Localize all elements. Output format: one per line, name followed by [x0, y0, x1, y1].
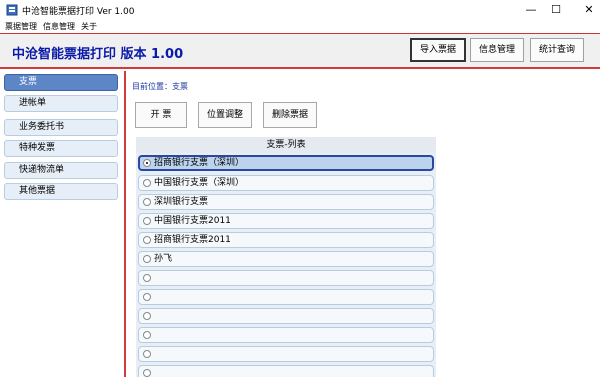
radio-icon[interactable] [143, 350, 151, 358]
radio-icon[interactable] [143, 293, 151, 301]
sidebar: 支票 进帐单 业务委托书 特种发票 快递物流单 其他票据 [0, 71, 124, 377]
radio-icon[interactable] [143, 331, 151, 339]
app-icon [6, 4, 18, 16]
list-item[interactable]: 中国银行支票（深圳） [138, 175, 434, 191]
list-item[interactable] [138, 289, 434, 305]
radio-icon[interactable] [143, 236, 151, 244]
list-item-label: 招商银行支票（深圳） [154, 158, 245, 168]
radio-icon[interactable] [143, 312, 151, 320]
info-management-button[interactable]: 信息管理 [470, 38, 524, 62]
radio-icon[interactable] [143, 217, 151, 225]
radio-icon[interactable] [143, 198, 151, 206]
list-item[interactable] [138, 327, 434, 343]
list-item-label: 孙飞 [154, 254, 173, 264]
cheque-list-title: 支票-列表 [136, 137, 436, 153]
title-bar: 中沧智能票据打印 Ver 1.00 — ☐ ✕ [0, 0, 600, 20]
sidebar-item-cheque[interactable]: 支票 [4, 74, 118, 91]
sidebar-item-other-tickets[interactable]: 其他票据 [4, 183, 118, 200]
menu-about[interactable]: 关于 [81, 20, 97, 33]
list-item[interactable]: 中国银行支票2011 [138, 213, 434, 229]
sidebar-item-deposit-slip[interactable]: 进帐单 [4, 95, 118, 112]
list-item[interactable] [138, 308, 434, 324]
import-tickets-button[interactable]: 导入票据 [410, 38, 466, 62]
list-item[interactable] [138, 270, 434, 286]
radio-selected-icon[interactable] [143, 159, 151, 167]
list-item-label: 中国银行支票2011 [154, 216, 231, 226]
list-item[interactable]: 招商银行支票（深圳） [138, 155, 434, 171]
list-item[interactable] [138, 346, 434, 362]
list-item-label: 招商银行支票2011 [154, 235, 231, 245]
menu-ticket-management[interactable]: 票据管理 [5, 20, 37, 33]
radio-icon[interactable] [143, 255, 151, 263]
radio-icon[interactable] [143, 274, 151, 282]
menu-info-management[interactable]: 信息管理 [43, 20, 75, 33]
delete-ticket-button[interactable]: 删除票据 [263, 102, 317, 128]
window-title: 中沧智能票据打印 Ver 1.00 [22, 7, 135, 17]
breadcrumb: 目前位置：支票 [132, 82, 188, 91]
close-icon[interactable]: ✕ [566, 0, 600, 20]
list-item[interactable]: 招商银行支票2011 [138, 232, 434, 248]
sidebar-item-business-commission[interactable]: 业务委托书 [4, 119, 118, 136]
adjust-position-button[interactable]: 位置调整 [198, 102, 252, 128]
cheque-list: 招商银行支票（深圳） 中国银行支票（深圳） 深圳银行支票 中国银行支票2011 … [136, 153, 436, 377]
app-header: 中沧智能票据打印 版本 1.00 导入票据 信息管理 统计查询 [0, 33, 600, 69]
list-item[interactable]: 孙飞 [138, 251, 434, 267]
issue-ticket-button[interactable]: 开 票 [135, 102, 187, 128]
sidebar-item-express-waybill[interactable]: 快递物流单 [4, 162, 118, 179]
radio-icon[interactable] [143, 369, 151, 377]
sidebar-item-special-invoice[interactable]: 特种发票 [4, 140, 118, 157]
radio-icon[interactable] [143, 179, 151, 187]
stats-query-button[interactable]: 统计查询 [530, 38, 584, 62]
list-item[interactable]: 深圳银行支票 [138, 194, 434, 210]
list-item-label: 深圳银行支票 [154, 197, 209, 207]
list-item-label: 中国银行支票（深圳） [154, 178, 245, 188]
list-item[interactable] [138, 365, 434, 377]
main-panel: 目前位置：支票 开 票 位置调整 删除票据 支票-列表 招商银行支票（深圳） 中… [126, 71, 600, 377]
app-header-title: 中沧智能票据打印 版本 1.00 [12, 47, 184, 62]
menu-bar: 票据管理 信息管理 关于 [0, 20, 600, 33]
